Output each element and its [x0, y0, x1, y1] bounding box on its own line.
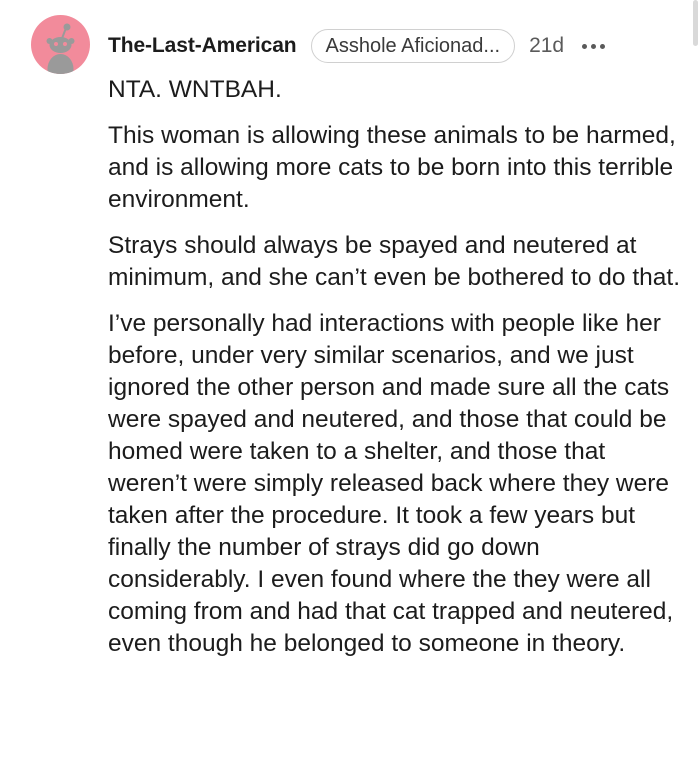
comment: The-Last-American Asshole Aficionad... 2… [0, 0, 700, 784]
username[interactable]: The-Last-American [108, 34, 297, 58]
more-options-icon[interactable] [582, 43, 606, 49]
dot [582, 43, 588, 49]
user-flair-badge: Asshole Aficionad... [310, 29, 516, 63]
comment-paragraph: This woman is allowing these animals to … [108, 122, 676, 213]
comment-header: The-Last-American Asshole Aficionad... 2… [108, 28, 606, 64]
scrollbar[interactable] [693, 0, 698, 46]
dot [600, 43, 606, 49]
comment-body: NTA. WNTBAH. This woman is allowing thes… [108, 74, 683, 674]
dot [591, 43, 597, 49]
user-avatar-icon[interactable] [31, 15, 90, 74]
comment-paragraph: NTA. WNTBAH. [108, 76, 282, 103]
comment-paragraph: Strays should always be spayed and neute… [108, 232, 681, 291]
timestamp[interactable]: 21d [529, 34, 564, 58]
comment-paragraph: I’ve personally had interactions with pe… [108, 310, 674, 657]
